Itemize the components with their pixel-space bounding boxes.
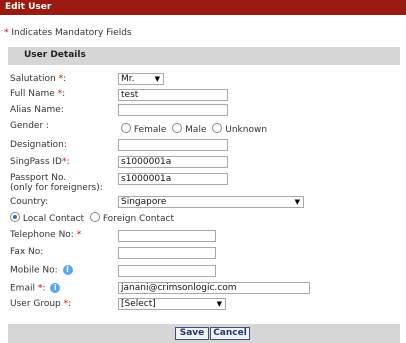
- radio-male[interactable]: [172, 123, 183, 133]
- email-input[interactable]: janani@crimsonlogic.com: [118, 282, 310, 294]
- salutation-select[interactable]: Mr. ▼: [118, 73, 164, 85]
- radio-foreign-contact[interactable]: [89, 212, 100, 222]
- window-title: Edit User: [5, 2, 52, 12]
- chevron-down-icon: ▼: [154, 75, 160, 83]
- passport-label-line2: (only for foreigners):: [10, 183, 103, 193]
- mobile-label-text: Mobile No:: [10, 265, 58, 276]
- email-label-text: Email: [10, 283, 38, 294]
- designation-input[interactable]: [118, 139, 228, 151]
- telephone-label: Telephone No: *: [10, 230, 81, 240]
- foreign-contact-label: Foreign Contact: [102, 213, 175, 224]
- gender-radio-group: Female Male Unknown: [121, 123, 270, 135]
- singpass-id-label: SingPass ID*:: [10, 157, 70, 167]
- passport-input[interactable]: s1000001a: [118, 173, 228, 185]
- fax-label: Fax No:: [10, 247, 44, 257]
- chevron-down-icon: ▼: [216, 300, 222, 308]
- gender-female-label: Female: [133, 124, 167, 135]
- radio-female[interactable]: [121, 123, 131, 133]
- singpass-id-input[interactable]: s1000001a: [118, 156, 228, 168]
- country-select[interactable]: Singapore ▼: [118, 196, 304, 208]
- user-group-select[interactable]: [Select] ▼: [118, 298, 226, 310]
- gender-unknown-label: Unknown: [225, 124, 268, 135]
- email-colon: :: [42, 283, 46, 294]
- salutation-colon: :: [63, 74, 67, 84]
- salutation-label-text: Salutation: [10, 74, 59, 84]
- user-group-label: User Group *:: [10, 299, 71, 309]
- salutation-label: Salutation *:: [10, 74, 66, 84]
- passport-label: Passport No. (only for foreigners):: [10, 173, 103, 193]
- radio-local-contact[interactable]: [10, 212, 20, 222]
- country-label: Country:: [10, 197, 49, 207]
- gender-male-label: Male: [185, 124, 207, 135]
- contact-option-local[interactable]: Local Contact: [10, 212, 85, 224]
- radio-unknown[interactable]: [212, 123, 223, 133]
- mobile-label: Mobile No: i: [10, 265, 73, 276]
- mandatory-note: * Indicates Mandatory Fields: [4, 28, 132, 38]
- user-details-header: User Details: [8, 47, 400, 65]
- local-contact-label: Local Contact: [22, 213, 85, 224]
- gender-label: Gender :: [10, 121, 50, 131]
- telephone-required-star: *: [76, 230, 82, 240]
- full-name-label-text: Full Name: [10, 89, 58, 99]
- save-button[interactable]: Save: [175, 327, 209, 340]
- info-icon[interactable]: i: [50, 283, 61, 293]
- passport-label-line1: Passport No.: [10, 173, 67, 183]
- contact-type-radio-group: Local Contact Foreign Contact: [10, 212, 177, 224]
- chevron-down-icon: ▼: [294, 198, 300, 206]
- full-name-input[interactable]: test: [118, 89, 228, 101]
- cancel-button[interactable]: Cancel: [210, 327, 250, 340]
- gender-option-male[interactable]: Male: [172, 123, 207, 135]
- section-title: User Details: [24, 50, 86, 60]
- mobile-input[interactable]: [118, 265, 216, 277]
- gender-option-unknown[interactable]: Unknown: [212, 123, 268, 135]
- fax-input[interactable]: [118, 247, 216, 259]
- user-group-label-text: User Group: [10, 299, 64, 309]
- window-titlebar: Edit User: [0, 0, 406, 15]
- country-value: Singapore: [121, 197, 167, 207]
- telephone-label-text: Telephone No:: [10, 230, 77, 240]
- gender-option-female[interactable]: Female: [121, 123, 167, 135]
- info-icon[interactable]: i: [62, 265, 73, 275]
- user-group-colon: :: [68, 299, 72, 309]
- mandatory-note-text: Indicates Mandatory Fields: [8, 28, 132, 38]
- salutation-value: Mr.: [121, 74, 135, 84]
- full-name-colon: :: [62, 89, 66, 99]
- form-footer: Save Cancel: [8, 324, 400, 343]
- telephone-input[interactable]: [118, 230, 216, 242]
- alias-name-label: Alias Name:: [10, 105, 64, 115]
- singpass-id-label-text: SingPass ID: [10, 157, 62, 167]
- user-group-value: [Select]: [121, 299, 156, 309]
- alias-name-input[interactable]: [118, 104, 228, 116]
- singpass-colon: :: [66, 157, 70, 167]
- full-name-label: Full Name *:: [10, 89, 65, 99]
- designation-label: Designation:: [10, 140, 67, 150]
- contact-option-foreign[interactable]: Foreign Contact: [89, 212, 175, 224]
- email-label: Email *: i: [10, 283, 61, 294]
